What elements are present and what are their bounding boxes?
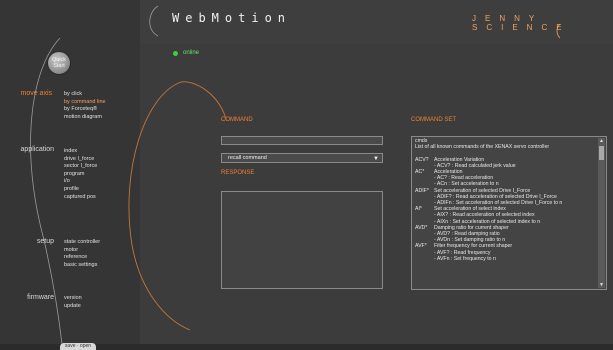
- nav-item-motion-diagram[interactable]: motion diagram: [64, 114, 106, 122]
- command-description: - AVD? : Read damping ratio: [434, 231, 500, 238]
- command-description: - AVF? : Read frequency: [434, 249, 491, 256]
- nav-item-update[interactable]: update: [64, 303, 82, 311]
- response-output: [221, 191, 383, 289]
- dropdown-arrow-icon: ▼: [373, 156, 379, 162]
- nav-item-reference[interactable]: reference: [64, 254, 100, 262]
- nav-move-axis[interactable]: move axis: [4, 90, 52, 97]
- command-title: Acceleration: [434, 169, 463, 176]
- scroll-thumb[interactable]: [599, 146, 604, 160]
- scroll-down-icon[interactable]: ▼: [598, 282, 605, 288]
- command-description: - AIXn : Set acceleration of selected in…: [434, 218, 541, 225]
- command-set-lines: cmds List of all known commands of the XE…: [415, 138, 597, 262]
- nav-setup[interactable]: setup: [6, 238, 54, 245]
- command-label: COMMAND: [221, 117, 253, 123]
- response-label: RESPONSE: [221, 170, 255, 176]
- nav-item-by-forceteq[interactable]: by Forceteq®: [64, 106, 106, 114]
- command-set-line: - AVFn : Set frequency to n: [415, 256, 597, 262]
- command-description: - ACV? : Read calculated jerk value: [434, 162, 516, 169]
- nav-item-program[interactable]: program: [64, 171, 97, 179]
- nav-item-by-click[interactable]: by click: [64, 91, 106, 99]
- nav-item-index[interactable]: index: [64, 148, 97, 156]
- command-title: Set acceleration of select index: [434, 206, 506, 213]
- command-title: Acceleration Variation: [434, 156, 485, 163]
- nav-item-captured-pos[interactable]: captured pos: [64, 194, 97, 202]
- jenny-science-brand: JENNY SCIENCE: [472, 14, 571, 32]
- command-set-label: COMMAND SET: [411, 117, 456, 123]
- app-window: WebMotion JENNY SCIENCE Quick Start onli…: [0, 0, 613, 350]
- command-description: - ADIF? : Read acceleration of selected …: [434, 193, 557, 200]
- command-set-intro: List of all known commands of the XENAX …: [415, 144, 550, 151]
- command-description: - AVDn : Set damping ratio to n: [434, 237, 506, 244]
- command-set-list[interactable]: cmds List of all known commands of the XE…: [411, 136, 607, 290]
- nav-item-motor[interactable]: motor: [64, 247, 100, 255]
- status-dot-icon: [173, 50, 178, 56]
- recall-command-label: recall command: [228, 155, 267, 161]
- webmotion-logo: WebMotion: [172, 11, 292, 25]
- command-code: ADIF*: [415, 187, 429, 194]
- nav-application[interactable]: application: [6, 146, 54, 153]
- command-code: ACV?: [415, 156, 429, 163]
- status-label: online: [183, 50, 200, 56]
- command-title: Filter frequency for current shaper: [434, 243, 513, 250]
- nav-firmware[interactable]: firmware: [6, 294, 54, 301]
- nav-item-sector-i-force[interactable]: sector I_force: [64, 163, 97, 171]
- command-description: - AC? : Read acceleration: [434, 175, 494, 182]
- command-title: Set acceleration of selected Drive I_For…: [434, 187, 531, 194]
- nav-item-state-controller[interactable]: state controller: [64, 239, 100, 247]
- command-description: - ADIFn : Set acceleration of selected D…: [434, 200, 563, 207]
- command-input[interactable]: [221, 136, 383, 145]
- nav-item-basic-settings[interactable]: basic settings: [64, 262, 100, 270]
- scroll-up-icon[interactable]: ▲: [598, 138, 605, 144]
- quick-start-button[interactable]: Quick Start: [47, 51, 71, 75]
- nav-move-axis-items: by click by command line by Forceteq® mo…: [64, 91, 106, 121]
- save-open-tab[interactable]: save · open: [60, 343, 96, 350]
- command-set-scrollbar[interactable]: ▲ ▼: [598, 138, 605, 288]
- nav-item-version[interactable]: version: [64, 295, 82, 303]
- nav-firmware-items: version update: [64, 295, 82, 310]
- command-description: - AIX? : Read acceleration of selected i…: [434, 212, 535, 219]
- command-description: - AVFn : Set frequency to n: [434, 255, 496, 262]
- nav-item-profile[interactable]: profile: [64, 186, 97, 194]
- command-title: Damping ratio for current shaper: [434, 224, 509, 231]
- nav-application-items: index drive I_force sector I_force progr…: [64, 148, 97, 201]
- command-code: AVF*: [415, 243, 427, 250]
- recall-command-select[interactable]: recall command ▼: [221, 153, 383, 163]
- nav-item-drive-i-force[interactable]: drive I_force: [64, 156, 97, 164]
- nav-item-io[interactable]: i/o: [64, 178, 97, 186]
- nav-setup-items: state controller motor reference basic s…: [64, 239, 100, 269]
- command-description: - ACn : Set acceleration to n: [434, 181, 499, 188]
- connection-status: online: [173, 50, 199, 56]
